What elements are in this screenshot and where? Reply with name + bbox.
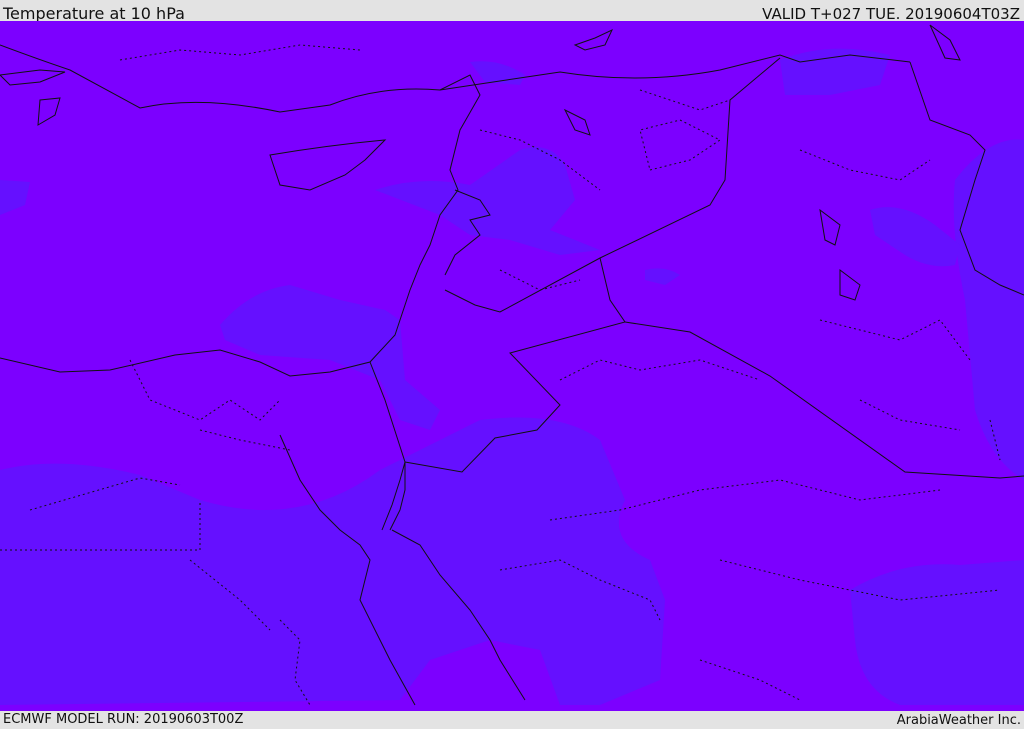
model-run-label: ECMWF MODEL RUN: 20190603T00Z [3,712,244,727]
header-bar: Temperature at 10 hPa VALID T+027 TUE. 2… [0,0,1024,23]
temperature-map[interactable] [0,21,1024,711]
credit-label: ArabiaWeather Inc. [896,713,1021,728]
map-canvas [0,21,1024,711]
footer-bar: ECMWF MODEL RUN: 20190603T00Z ArabiaWeat… [0,711,1024,729]
